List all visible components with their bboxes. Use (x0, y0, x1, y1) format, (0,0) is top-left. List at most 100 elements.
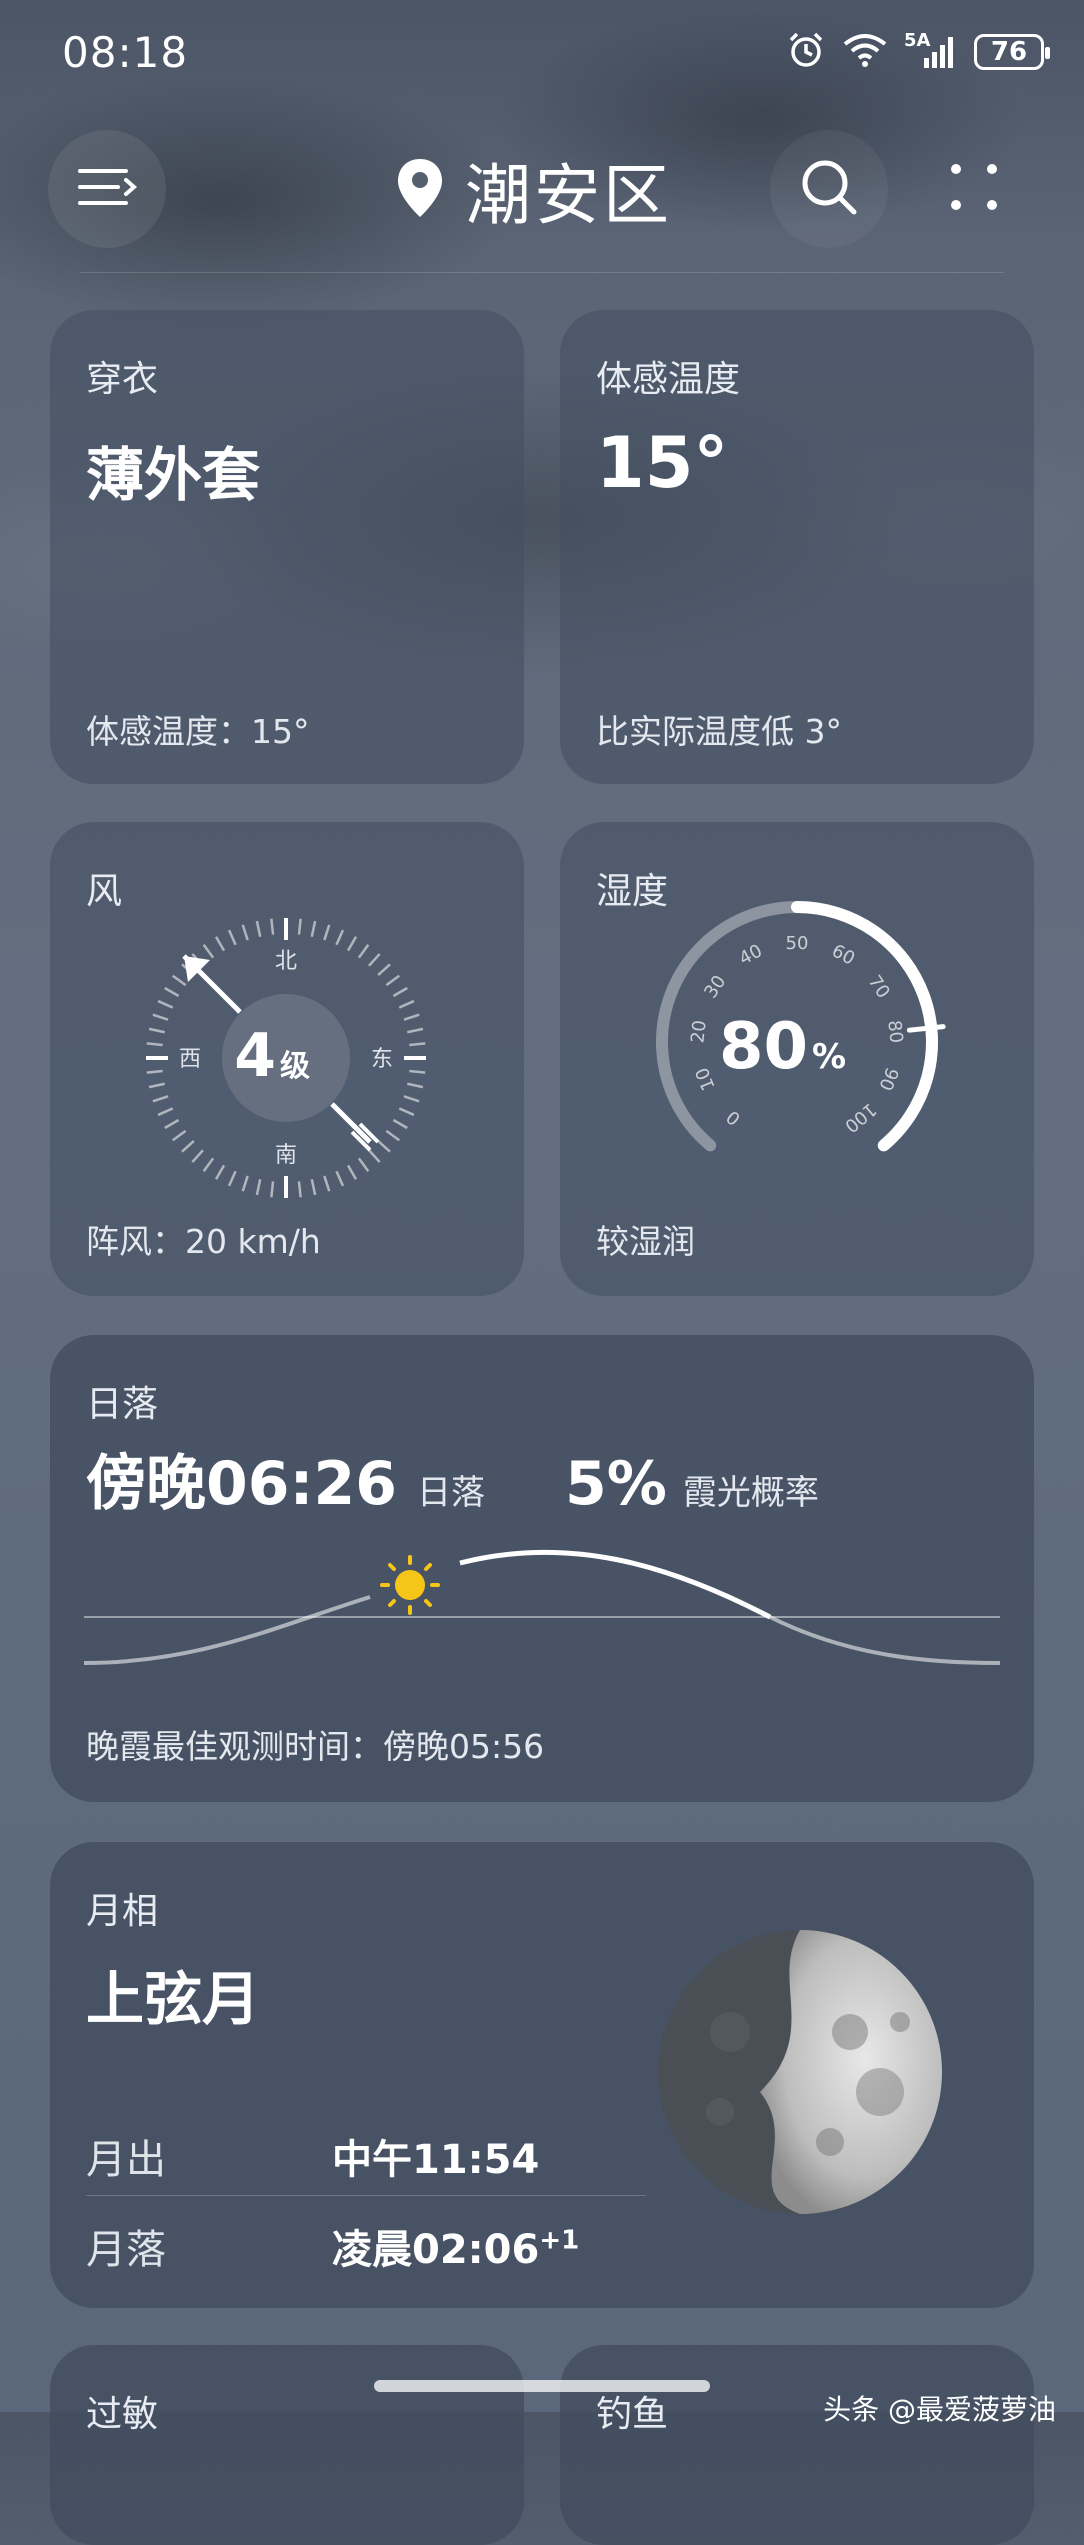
feels-like-card[interactable]: 体感温度 15° 比实际温度低 3° (560, 310, 1034, 784)
gauge-tick-label: 0 (723, 1106, 745, 1129)
compass-south: 南 (275, 1143, 297, 1168)
compass-tick (323, 1175, 331, 1192)
compass-tick (403, 1095, 420, 1103)
signal-icon: 5A (904, 30, 958, 72)
compass-tick (164, 986, 180, 998)
moonset-value-wrap: 凌晨02:06+1 (332, 2217, 579, 2275)
gauge-tick-label: 90 (874, 1064, 902, 1093)
home-indicator[interactable] (374, 2380, 710, 2392)
wind-card[interactable]: 风 北 南 东 西 4 级 阵风：20 km/h (50, 822, 524, 1296)
compass-tick (202, 944, 215, 959)
sunset-footer: 晚霞最佳观测时间：傍晚05:56 (86, 1727, 545, 1766)
wind-footer: 阵风：20 km/h (86, 1222, 321, 1261)
compass-tick (255, 1179, 262, 1196)
compass-tick (255, 920, 262, 937)
allergy-title: 过敏 (86, 2394, 159, 2435)
compass-tick (270, 918, 275, 935)
compass-tick (377, 1140, 391, 1153)
compass-tick (164, 1118, 180, 1130)
compass-tick (241, 1175, 249, 1192)
gauge-tick-label: 100 (840, 1098, 880, 1136)
status-icons: 5A 76 (786, 30, 1050, 74)
sunset-card[interactable]: 日落 傍晚06:26 日落 5% 霞光概率 晚霞最佳观测时间：傍晚05:56 (50, 1335, 1034, 1802)
gauge-tick-label: 60 (828, 940, 858, 969)
sunset-time-label: 日落 (417, 1473, 485, 1513)
compass-tick (202, 1157, 215, 1172)
moon-card[interactable]: 月相 上弦月 月出 中午11:54 月落 凌晨02:06+1 (50, 1842, 1034, 2308)
location-pin-icon (395, 157, 445, 223)
compass-tick (310, 920, 317, 937)
compass-tick (310, 1179, 317, 1196)
fishing-card[interactable]: 钓鱼 (560, 2345, 1034, 2545)
alarm-icon (786, 30, 826, 74)
humidity-unit: % (812, 1037, 846, 1077)
compass-tick (227, 1170, 237, 1187)
menu-icon (76, 165, 138, 213)
moon-title: 月相 (86, 1891, 159, 1932)
compass-tick (146, 1069, 163, 1074)
feels-like-value: 15° (596, 422, 729, 504)
gauge-tick-label: 30 (700, 972, 730, 1003)
sunset-time: 傍晚06:26 (86, 1449, 397, 1519)
watermark: 头条 @最爱菠萝油 (823, 2393, 1056, 2426)
moon-phase-icon (658, 1930, 942, 2214)
compass-tick (385, 1129, 400, 1142)
compass-tick (407, 1027, 424, 1034)
sun-icon (380, 1555, 440, 1615)
feels-like-footer: 比实际温度低 3° (596, 712, 842, 751)
sun-path-after (769, 1615, 1001, 1665)
app-header: 潮安区 (0, 120, 1084, 260)
gauge-tick-label: 80 (883, 1019, 906, 1044)
compass-tick (270, 1181, 275, 1198)
compass-tick (409, 1042, 426, 1047)
compass-tick (181, 1140, 195, 1153)
more-options-button[interactable] (915, 130, 1033, 248)
more-dots-icon (949, 162, 999, 216)
compass-tick (214, 1164, 226, 1180)
compass-tick (146, 1042, 163, 1047)
location-name: 潮安区 (465, 157, 672, 234)
clothing-card[interactable]: 穿衣 薄外套 体感温度：15° (50, 310, 524, 784)
moonrise-value: 中午11:54 (332, 2137, 540, 2183)
sun-path-chart (83, 1549, 1001, 1665)
moonset-label: 月落 (86, 2227, 166, 2273)
allergy-card[interactable]: 过敏 (50, 2345, 524, 2545)
humidity-card[interactable]: 湿度 0 10 20 30 40 50 60 70 80 90 100 80 % 较湿润 (560, 822, 1034, 1296)
compass-tick (392, 986, 408, 998)
menu-button[interactable] (48, 130, 166, 248)
glow-probability-label: 霞光概率 (682, 1473, 819, 1513)
gauge-tick-label: 50 (786, 933, 809, 954)
sun-path-before (83, 1595, 371, 1665)
compass-tick (346, 936, 358, 952)
compass-tick (392, 1118, 408, 1130)
moonset-value: 凌晨02:06 (332, 2227, 540, 2273)
compass-tick (152, 1013, 169, 1021)
header-divider (80, 272, 1004, 273)
location-selector[interactable]: 潮安区 (395, 142, 672, 238)
compass-tick (172, 974, 187, 987)
gauge-tick-label: 20 (687, 1019, 710, 1044)
moon-divider (86, 2195, 646, 2196)
compass-tick (357, 944, 370, 959)
gauge-tick-label: 40 (736, 940, 766, 969)
battery-icon: 76 (974, 34, 1050, 70)
compass-tick (157, 1107, 174, 1117)
compass-tick (241, 924, 249, 941)
compass-tick (214, 936, 226, 952)
search-button[interactable] (770, 130, 888, 248)
wind-level-unit: 级 (280, 1049, 310, 1084)
compass-tick (297, 1181, 302, 1198)
compass-west: 西 (179, 1047, 201, 1072)
compass-tick (148, 1082, 165, 1089)
compass-tick (227, 929, 237, 946)
compass-tick (157, 999, 174, 1009)
compass-tick (357, 1157, 370, 1172)
compass-tick (191, 1149, 204, 1163)
compass-north: 北 (275, 949, 297, 974)
clothing-value: 薄外套 (86, 441, 261, 509)
compass-tick (407, 1082, 424, 1089)
compass-tick (335, 929, 345, 946)
moonset-next-day: +1 (539, 2225, 580, 2256)
sun-path-day (459, 1549, 772, 1620)
clothing-footer: 体感温度：15° (86, 712, 310, 751)
